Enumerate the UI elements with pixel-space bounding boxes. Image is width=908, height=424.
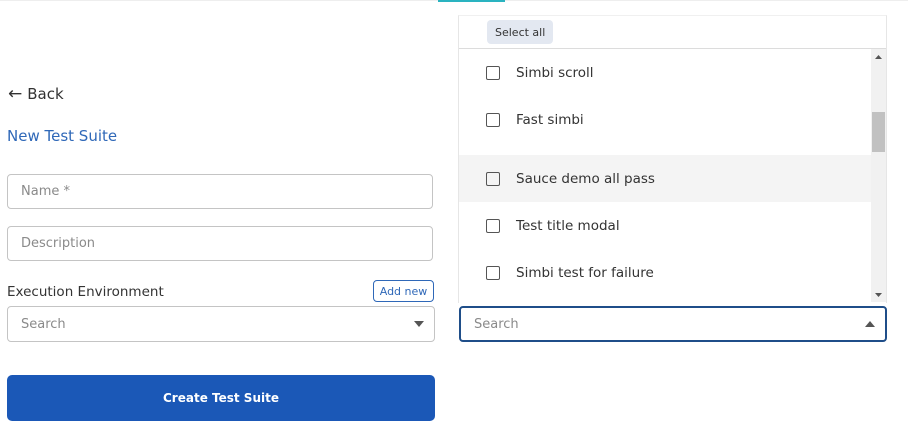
option-label: Fast simbi bbox=[516, 111, 584, 128]
list-item[interactable]: Sauce demo all pass bbox=[459, 155, 871, 202]
back-label: Back bbox=[27, 85, 64, 103]
active-tab-indicator bbox=[438, 0, 505, 2]
checkbox[interactable] bbox=[486, 171, 500, 186]
create-test-suite-button[interactable]: Create Test Suite bbox=[7, 375, 435, 421]
checkbox[interactable] bbox=[486, 65, 500, 80]
arrow-left-icon: ← bbox=[8, 83, 23, 104]
scroll-up-icon[interactable] bbox=[871, 49, 886, 64]
name-input[interactable] bbox=[7, 174, 433, 209]
option-label: Sauce demo all pass bbox=[516, 170, 655, 187]
description-input[interactable] bbox=[7, 226, 433, 261]
environment-search-input[interactable] bbox=[8, 307, 404, 341]
test-options-dropdown: Select all Simbi scroll Fast simbi Sauce… bbox=[458, 15, 887, 303]
test-option-list: Simbi scroll Fast simbi Sauce demo all p… bbox=[459, 49, 871, 302]
list-item[interactable]: Fast simbi bbox=[459, 96, 871, 143]
option-label: Simbi scroll bbox=[516, 64, 594, 81]
execution-environment-select[interactable] bbox=[7, 306, 435, 342]
execution-environment-label: Execution Environment bbox=[7, 284, 164, 300]
dropdown-scrollbar[interactable] bbox=[871, 49, 886, 302]
checkbox[interactable] bbox=[486, 112, 500, 127]
back-link[interactable]: ← Back bbox=[8, 84, 64, 104]
option-label: Simbi test for failure bbox=[516, 264, 654, 281]
list-item[interactable]: Simbi scroll bbox=[459, 49, 871, 96]
list-item[interactable]: Test title modal bbox=[459, 202, 871, 249]
option-label: Test title modal bbox=[516, 217, 620, 234]
dropdown-header: Select all bbox=[459, 16, 886, 49]
scroll-down-icon[interactable] bbox=[871, 287, 886, 302]
test-search-input[interactable] bbox=[461, 308, 855, 340]
list-item[interactable]: Simbi test for failure bbox=[459, 249, 871, 296]
checkbox[interactable] bbox=[486, 265, 500, 280]
scrollbar-thumb[interactable] bbox=[872, 112, 885, 152]
add-new-environment-button[interactable]: Add new bbox=[373, 280, 434, 302]
select-all-button[interactable]: Select all bbox=[487, 20, 554, 44]
page-title: New Test Suite bbox=[7, 127, 118, 145]
caret-down-icon[interactable] bbox=[404, 307, 434, 341]
caret-up-icon[interactable] bbox=[855, 308, 885, 340]
test-cases-select[interactable] bbox=[459, 306, 887, 342]
checkbox[interactable] bbox=[486, 218, 500, 233]
